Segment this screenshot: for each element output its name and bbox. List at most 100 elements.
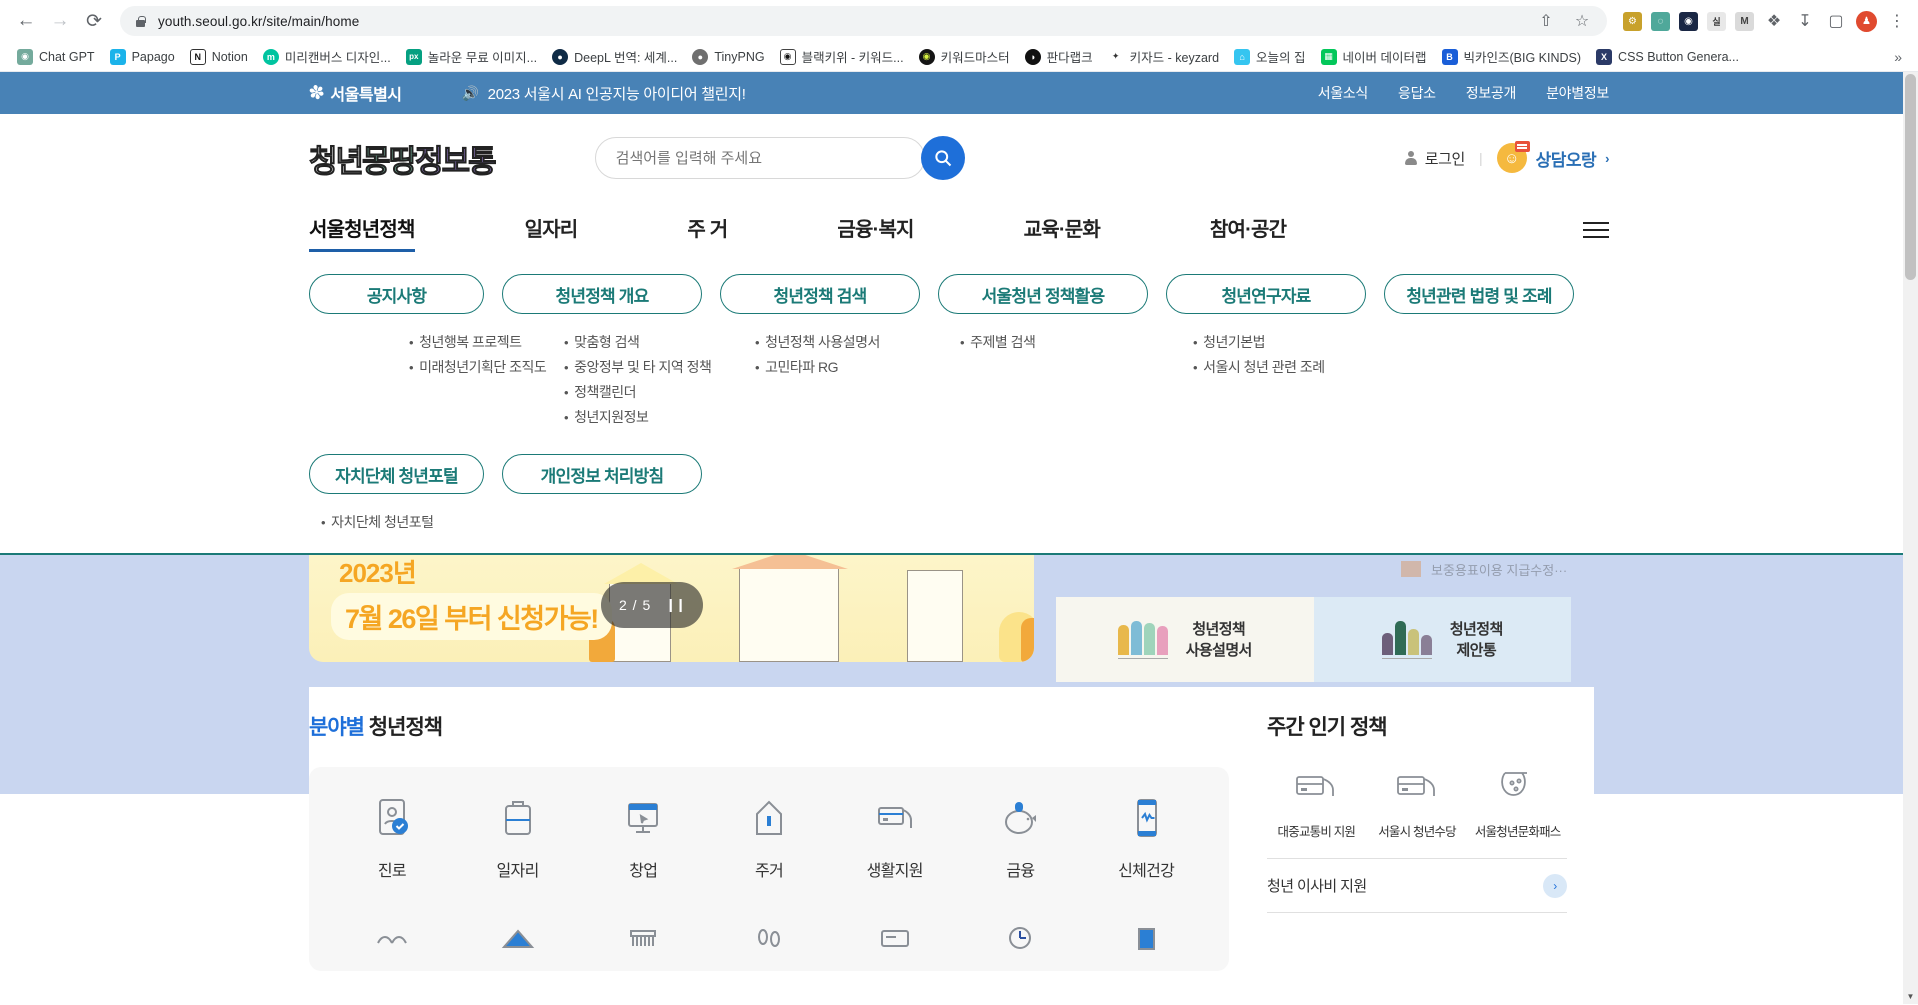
mega-subitem[interactable]: 주제별 검색 (960, 330, 1143, 355)
pause-icon[interactable]: ❙❙ (665, 597, 685, 613)
profile-avatar[interactable]: ♟ (1856, 11, 1877, 32)
side-panel-icon[interactable]: ▢ (1825, 10, 1847, 32)
mega-pill-local-portal[interactable]: 자치단체 청년포털 (309, 454, 484, 494)
mega-pill-policy-search[interactable]: 청년정책 검색 (720, 274, 920, 314)
download-icon[interactable]: ↧ (1794, 10, 1816, 32)
gov-link-fieldinfo[interactable]: 분야별정보 (1546, 83, 1609, 103)
mega-pill-law[interactable]: 청년관련 법령 및 조례 (1384, 274, 1574, 314)
bookmark-item[interactable]: XCSS Button Genera... (1589, 46, 1746, 68)
category-row2-6[interactable] (958, 915, 1084, 961)
mega-subitem[interactable]: 청년행복 프로젝트 (409, 330, 502, 355)
mega-subitem[interactable]: 중앙정부 및 타 지역 정책 (564, 355, 713, 380)
bookmark-item[interactable]: m미리캔버스 디자인... (256, 44, 398, 69)
mega-subitem[interactable]: 정책캘린더 (564, 380, 713, 405)
gov-link-disclosure[interactable]: 정보공개 (1466, 83, 1516, 103)
category-housing[interactable]: 주거 (706, 795, 832, 881)
extension-globe-icon[interactable]: ◉ (1679, 12, 1698, 31)
category-physical-health[interactable]: 신체건강 (1083, 795, 1209, 881)
mega-subitem[interactable]: 고민타파 RG (755, 355, 928, 380)
share-icon[interactable]: ⇧ (1535, 10, 1557, 32)
bookmark-item[interactable]: ●DeepL 번역: 세계... (545, 44, 684, 69)
bookmarks-overflow-button[interactable]: » (1888, 49, 1908, 65)
category-row2-4[interactable] (706, 915, 832, 961)
category-career[interactable]: 진로 (329, 795, 455, 881)
bookmark-item[interactable]: ◉블랙키위 - 키워드... (773, 44, 911, 69)
bookmark-item[interactable]: NNotion (183, 46, 255, 68)
category-row2-3[interactable] (580, 915, 706, 961)
bookmark-item[interactable]: ●TinyPNG (685, 46, 771, 68)
mega-pill-policy-use[interactable]: 서울청년 정책활용 (938, 274, 1148, 314)
nav-item-finance-welfare[interactable]: 금융·복지 (837, 213, 913, 252)
gov-notice[interactable]: 🔊 2023 서울시 AI 인공지능 아이디어 챌린지! (462, 83, 746, 104)
consult-button[interactable]: ☺ 상담오랑 › (1497, 143, 1609, 173)
category-finance[interactable]: 금융 (958, 795, 1084, 881)
category-row2-7[interactable] (1083, 915, 1209, 961)
mega-pill-research[interactable]: 청년연구자료 (1166, 274, 1366, 314)
nav-item-participation-space[interactable]: 참여·공간 (1210, 213, 1286, 252)
mega-subitem[interactable]: 청년정책 사용설명서 (755, 330, 928, 355)
mega-pill-notice[interactable]: 공지사항 (309, 274, 484, 314)
promo-card-proposal[interactable]: 청년정책 제안통 (1314, 597, 1572, 682)
bookmark-item[interactable]: ✦키자드 - keyzard (1101, 44, 1226, 69)
popular-list-item[interactable]: 청년 이사비 지원 › (1267, 858, 1567, 912)
nav-item-education-culture[interactable]: 교육·문화 (1024, 213, 1100, 252)
popular-item-allowance[interactable]: 서울시 청년수당 (1368, 767, 1467, 840)
mega-pill-privacy[interactable]: 개인정보 처리방침 (502, 454, 702, 494)
mega-subitem[interactable]: 미래청년기획단 조직도 (409, 355, 502, 380)
extension-korean-icon[interactable]: 실 (1707, 12, 1726, 31)
category-row2-2[interactable] (455, 915, 581, 961)
bookmark-item[interactable]: B빅카인즈(BIG KINDS) (1435, 44, 1589, 69)
bookmark-item[interactable]: ◉Chat GPT (10, 46, 102, 68)
category-row2-1[interactable] (329, 915, 455, 961)
nav-item-seoul-youth-policy[interactable]: 서울청년정책 (309, 213, 415, 252)
mega-subitem[interactable]: 서울시 청년 관련 조례 (1193, 355, 1325, 380)
book-icon (1123, 915, 1169, 961)
pandarank-icon: ◑ (1025, 49, 1041, 65)
chatgpt-icon: ◉ (17, 49, 33, 65)
extension-teal-icon[interactable]: ◌ (1651, 12, 1670, 31)
back-arrow-icon[interactable]: ← (10, 5, 42, 37)
scroll-down-arrow-icon[interactable]: ▼ (1903, 989, 1918, 1004)
category-row2-5[interactable] (832, 915, 958, 961)
bookmark-item[interactable]: px놀라운 무료 이미지... (399, 44, 544, 69)
seoul-city-logo[interactable]: ✽ 서울특별시 (309, 81, 402, 105)
category-jobs[interactable]: 일자리 (455, 795, 581, 881)
bookmark-item[interactable]: PPapago (103, 46, 182, 68)
kebab-menu-icon[interactable]: ⋮ (1886, 10, 1908, 32)
bookmark-item[interactable]: ◉키워드마스터 (912, 44, 1017, 69)
site-logo[interactable]: 청년몽땅정보통 (309, 136, 495, 181)
carousel-controls[interactable]: 2 / 5 ❙❙ (601, 582, 703, 628)
mega-subitem[interactable]: 맞춤형 검색 (564, 330, 713, 355)
promo-card-manual[interactable]: 청년정책 사용설명서 (1056, 597, 1314, 682)
search-button[interactable] (921, 136, 965, 180)
scrollbar-thumb[interactable] (1905, 74, 1916, 280)
category-startup[interactable]: 창업 (580, 795, 706, 881)
extension-gmail-icon[interactable]: M (1735, 12, 1754, 31)
category-living-support[interactable]: 생활지원 (832, 795, 958, 881)
search-input[interactable] (595, 137, 925, 179)
mega-pill-policy-overview[interactable]: 청년정책 개요 (502, 274, 702, 314)
nav-item-housing[interactable]: 주 거 (687, 213, 727, 252)
popular-item-culture-pass[interactable]: 서울청년문화패스 (1468, 767, 1567, 840)
nav-item-jobs[interactable]: 일자리 (525, 213, 578, 252)
forward-arrow-icon[interactable]: → (44, 5, 76, 37)
bookmark-item[interactable]: ▦네이버 데이터랩 (1314, 44, 1434, 69)
mega-subitem[interactable]: 청년지원정보 (564, 405, 713, 430)
mega-subitem[interactable]: 자치단체 청년포털 (321, 510, 434, 535)
main-carousel-banner[interactable]: 2023년 7월 26일 부터 신청가능! 2 / 5 ❙❙ (309, 555, 1034, 662)
popular-item-transport[interactable]: 대중교통비 지원 (1267, 767, 1366, 840)
reload-icon[interactable]: ⟳ (78, 5, 110, 37)
puzzle-piece-icon[interactable]: ❖ (1763, 10, 1785, 32)
star-icon[interactable]: ☆ (1571, 10, 1593, 32)
vertical-scrollbar[interactable]: ▲ ▼ (1903, 72, 1918, 1004)
chevron-right-icon[interactable]: › (1543, 874, 1567, 898)
bookmark-item[interactable]: ⌂오늘의 집 (1227, 44, 1312, 69)
address-bar[interactable]: youth.seoul.go.kr/site/main/home ⇧ ☆ (120, 6, 1607, 36)
gov-link-news[interactable]: 서울소식 (1318, 83, 1368, 103)
mega-subitem[interactable]: 청년기본법 (1193, 330, 1325, 355)
login-button[interactable]: 로그인 (1404, 148, 1465, 169)
extension-gold-icon[interactable]: ⚙ (1623, 12, 1642, 31)
bookmark-item[interactable]: ◑판다랩크 (1018, 44, 1100, 69)
gov-link-response[interactable]: 응답소 (1398, 83, 1436, 103)
hamburger-menu-icon[interactable] (1583, 222, 1609, 252)
